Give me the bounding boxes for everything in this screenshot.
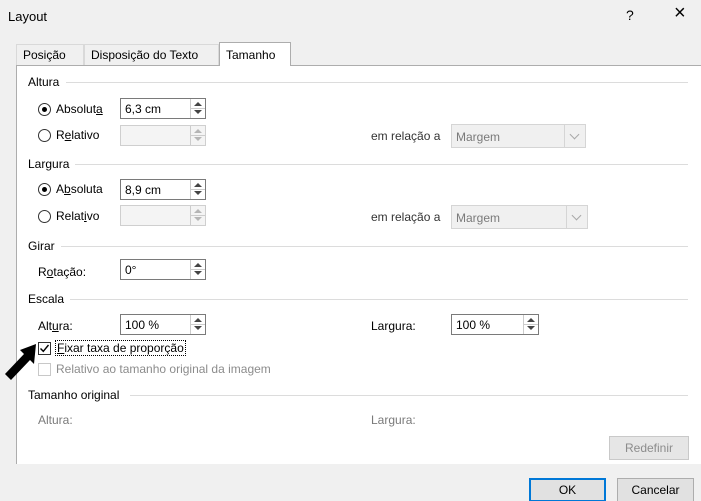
rotacao-label: Rotação: [38, 265, 87, 279]
altura-relation-dropdown[interactable]: Margem [451, 124, 586, 148]
section-original-label: Tamanho original [28, 388, 126, 402]
section-escala: Escala [28, 292, 688, 306]
spin-arrows-icon[interactable] [190, 315, 205, 334]
largura-relation-label: em relação a [371, 210, 441, 224]
tab-disposicao-do-texto[interactable]: Disposição do Texto [84, 44, 219, 66]
section-largura-label: Largura [28, 157, 76, 171]
largura-relativo-spinner[interactable] [120, 205, 206, 226]
ok-button[interactable]: OK [529, 478, 606, 501]
spin-arrows-icon[interactable] [523, 315, 538, 334]
chevron-down-icon[interactable] [566, 206, 587, 228]
original-altura-label: Altura: [38, 413, 73, 427]
lock-aspect-label[interactable]: Fixar taxa de proporção [55, 340, 186, 356]
altura-relativo-spinner[interactable] [120, 125, 206, 146]
dialog-title: Layout [8, 9, 48, 24]
spin-arrows-icon[interactable] [190, 260, 205, 279]
chevron-down-icon[interactable] [564, 125, 585, 147]
rotacao-value[interactable]: 0° [125, 263, 136, 277]
altura-relativo-label[interactable]: Relativo [56, 128, 99, 142]
altura-relation-label: em relação a [371, 129, 441, 143]
altura-absoluta-radio[interactable] [38, 103, 51, 116]
relative-original-label: Relativo ao tamanho original da imagem [56, 362, 271, 376]
rotacao-spinner[interactable]: 0° [120, 259, 206, 280]
section-tamanho-original: Tamanho original [28, 388, 688, 402]
largura-relativo-radio[interactable] [38, 210, 51, 223]
escala-altura-value[interactable]: 100 % [125, 318, 159, 332]
escala-largura-spinner[interactable]: 100 % [451, 314, 539, 335]
altura-absoluta-value[interactable]: 6,3 cm [125, 102, 161, 116]
largura-absoluta-radio[interactable] [38, 183, 51, 196]
section-altura-label: Altura [28, 75, 66, 89]
largura-absoluta-value[interactable]: 8,9 cm [125, 183, 161, 197]
section-escala-label: Escala [28, 292, 71, 306]
largura-absoluta-spinner[interactable]: 8,9 cm [120, 179, 206, 200]
escala-largura-label: Largura: [371, 319, 416, 333]
spin-arrows-icon[interactable] [190, 206, 205, 225]
cancel-button[interactable]: Cancelar [617, 478, 694, 501]
altura-absoluta-spinner[interactable]: 6,3 cm [120, 98, 206, 119]
tab-panel [16, 65, 701, 464]
arrow-annotation-icon [5, 344, 36, 380]
escala-largura-value[interactable]: 100 % [456, 318, 490, 332]
spin-arrows-icon[interactable] [190, 180, 205, 199]
section-altura: Altura [28, 75, 688, 89]
altura-absoluta-label[interactable]: Absoluta [56, 102, 103, 116]
close-button[interactable]: × [674, 2, 686, 25]
tab-tamanho[interactable]: Tamanho [219, 42, 291, 66]
section-girar-label: Girar [28, 239, 61, 253]
escala-altura-label: Altura: [38, 319, 73, 333]
reset-button[interactable]: Redefinir [609, 436, 689, 460]
help-button[interactable]: ? [626, 7, 634, 23]
largura-absoluta-label[interactable]: Absoluta [56, 182, 103, 196]
largura-relativo-label[interactable]: Relativo [56, 209, 99, 223]
section-girar: Girar [28, 239, 688, 253]
section-largura: Largura [28, 157, 688, 171]
largura-relation-dropdown[interactable]: Margem [451, 205, 588, 229]
altura-relativo-radio[interactable] [38, 129, 51, 142]
spin-arrows-icon[interactable] [190, 99, 205, 118]
tab-posicao[interactable]: Posição [16, 44, 84, 66]
spin-arrows-icon[interactable] [190, 126, 205, 145]
original-largura-label: Largura: [371, 413, 416, 427]
escala-altura-spinner[interactable]: 100 % [120, 314, 206, 335]
